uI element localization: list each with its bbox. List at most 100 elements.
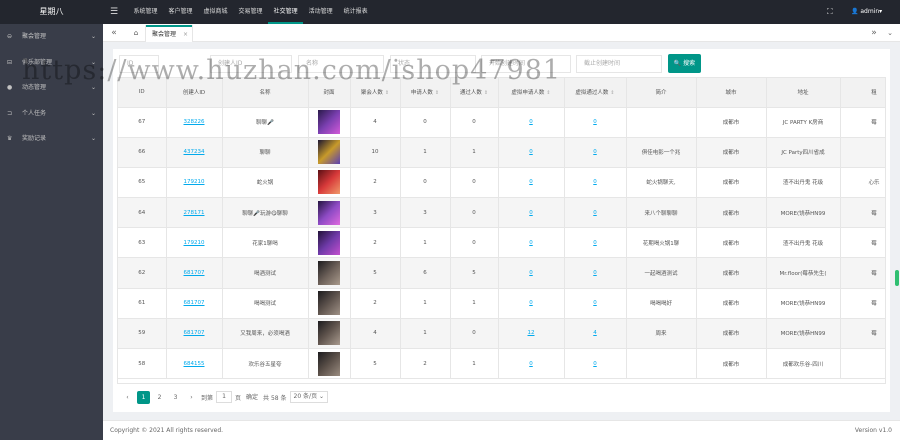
sidebar-item-1[interactable]: ⊖ 聚会管理 ⌄: [0, 24, 103, 50]
sort-icon[interactable]: ⇕: [385, 90, 389, 96]
cell-text: 聊聊🎤: [256, 120, 274, 127]
fullscreen-icon[interactable]: ⛶: [827, 0, 833, 24]
column-header[interactable]: 虚拟申请人数 ⇕: [498, 78, 565, 108]
column-header[interactable]: 申请人数 ⇕: [400, 78, 451, 108]
table-cell: [840, 348, 885, 380]
sidebar-item-2[interactable]: ⊟ 俱乐部管理 ⌄: [0, 50, 103, 76]
cell-link[interactable]: 0: [593, 210, 597, 216]
sort-icon[interactable]: ⇕: [484, 90, 488, 96]
tab-scroll-left-icon[interactable]: «: [107, 24, 121, 42]
cell-link[interactable]: 681707: [184, 330, 205, 336]
tab-scroll-right-icon[interactable]: »: [868, 24, 880, 42]
nav-item-2[interactable]: 客户管理: [163, 0, 198, 24]
cell-link[interactable]: 179210: [184, 179, 205, 185]
cell-link[interactable]: 0: [529, 210, 533, 216]
nav-item-7[interactable]: 统计报表: [338, 0, 373, 24]
tab-close-icon[interactable]: ×: [183, 26, 188, 43]
search-button[interactable]: 🔍 搜索: [668, 54, 701, 73]
cell-text: 5: [472, 270, 476, 277]
table-cell: 1: [450, 348, 499, 380]
table-row: 58 684155 欢乐谷五星夸 5 2 1 0 0 成都市 成都欢乐谷-四川: [118, 348, 885, 380]
page-number-1[interactable]: 1: [137, 390, 150, 404]
column-header-label: 封面: [323, 90, 335, 97]
sidebar-item-4[interactable]: ⊐ 个人任务 ⌄: [0, 101, 103, 127]
cell-link[interactable]: 684155: [184, 361, 205, 367]
chevron-down-icon: ⌄: [90, 109, 96, 117]
cover-image[interactable]: [318, 230, 340, 255]
cell-link[interactable]: 0: [529, 119, 533, 125]
cell-link[interactable]: 0: [593, 270, 597, 276]
table-cell: 0: [564, 107, 627, 138]
cell-link[interactable]: 0: [529, 179, 533, 185]
nav-item-4[interactable]: 交易管理: [233, 0, 268, 24]
cell-link[interactable]: 0: [529, 300, 533, 306]
cell-link[interactable]: 0: [529, 149, 533, 155]
tab-party-management[interactable]: 聚会管理 ×: [145, 25, 194, 43]
user-menu[interactable]: 👤 admin▾: [851, 0, 882, 24]
cover-image[interactable]: [318, 291, 340, 316]
filter-creator-id-input[interactable]: 创建人ID: [210, 55, 292, 73]
filter-start-date-input[interactable]: 开始创建时间: [481, 55, 571, 73]
cell-link[interactable]: 4: [593, 330, 597, 336]
cell-text: 2: [373, 179, 377, 186]
cell-link[interactable]: 328226: [184, 119, 205, 125]
cell-text: 63: [138, 239, 146, 246]
page-next-icon[interactable]: ›: [185, 391, 198, 404]
cover-image[interactable]: [318, 321, 340, 346]
nav-item-3[interactable]: 虚拟商城: [198, 0, 233, 24]
cell-link[interactable]: 0: [593, 119, 597, 125]
filter-name-input[interactable]: 名称: [298, 55, 384, 73]
table-cell: 成都市: [696, 107, 767, 138]
column-header-label: ID: [138, 89, 145, 96]
sidebar-item-3[interactable]: ● 动态管理 ⌄: [0, 75, 103, 101]
table-cell: 4: [350, 107, 401, 138]
cell-link[interactable]: 0: [593, 300, 597, 306]
cell-link[interactable]: 681707: [184, 300, 205, 306]
cover-image[interactable]: [318, 170, 340, 195]
filter-id-input[interactable]: ID: [119, 55, 159, 73]
table-cell: 成都市: [696, 197, 767, 229]
column-header[interactable]: 虚拟通过人数 ⇕: [564, 78, 627, 108]
cell-link[interactable]: 0: [593, 240, 597, 246]
sort-icon[interactable]: ⇕: [610, 90, 614, 96]
filter-status-select[interactable]: 状态: [390, 55, 476, 73]
cell-link[interactable]: 0: [529, 270, 533, 276]
sort-icon[interactable]: ⇕: [546, 90, 550, 96]
page-size-select[interactable]: 20 条/页 ⌄: [289, 391, 328, 403]
side-drawer-handle[interactable]: [895, 270, 899, 286]
table-cell: 58: [118, 348, 167, 380]
cover-image[interactable]: [318, 110, 340, 135]
cell-link[interactable]: 0: [593, 361, 597, 367]
page-number-3[interactable]: 3: [169, 391, 182, 404]
filter-end-date-input[interactable]: 截止创建时间: [576, 55, 662, 73]
table-cell: 0: [564, 137, 627, 168]
goto-confirm-button[interactable]: 确定: [244, 391, 260, 404]
sort-icon[interactable]: ⇕: [435, 90, 439, 96]
page-prev-icon[interactable]: ‹: [121, 391, 134, 404]
home-tab-icon[interactable]: ⌂: [129, 24, 143, 42]
cover-image[interactable]: [318, 261, 340, 286]
cell-link[interactable]: 0: [593, 179, 597, 185]
menu-toggle-icon[interactable]: ☰: [110, 0, 118, 24]
nav-item-1[interactable]: 系统管理: [128, 0, 163, 24]
cell-link[interactable]: 681707: [184, 270, 205, 276]
column-header[interactable]: 聚会人数 ⇕: [350, 78, 401, 108]
column-header[interactable]: 通过人数 ⇕: [450, 78, 499, 108]
cell-link[interactable]: 0: [529, 361, 533, 367]
nav-item-6[interactable]: 活动管理: [303, 0, 338, 24]
cell-link[interactable]: 437234: [184, 149, 205, 155]
page-number-2[interactable]: 2: [153, 391, 166, 404]
cell-link[interactable]: 12: [528, 330, 535, 336]
nav-item-5[interactable]: 社交管理: [268, 0, 304, 24]
goto-page-input[interactable]: 1: [216, 391, 233, 403]
sidebar-item-icon: ⊟: [7, 58, 13, 66]
cover-image[interactable]: [318, 140, 340, 165]
cover-image[interactable]: [318, 351, 340, 376]
sidebar-item-5[interactable]: ♛ 奖励记录 ⌄: [0, 126, 103, 152]
tab-menu-icon[interactable]: ⌄: [884, 24, 896, 42]
cell-link[interactable]: 0: [529, 240, 533, 246]
cell-link[interactable]: 179210: [184, 240, 205, 246]
cell-link[interactable]: 278171: [184, 210, 205, 216]
cell-link[interactable]: 0: [593, 149, 597, 155]
cover-image[interactable]: [318, 200, 340, 225]
